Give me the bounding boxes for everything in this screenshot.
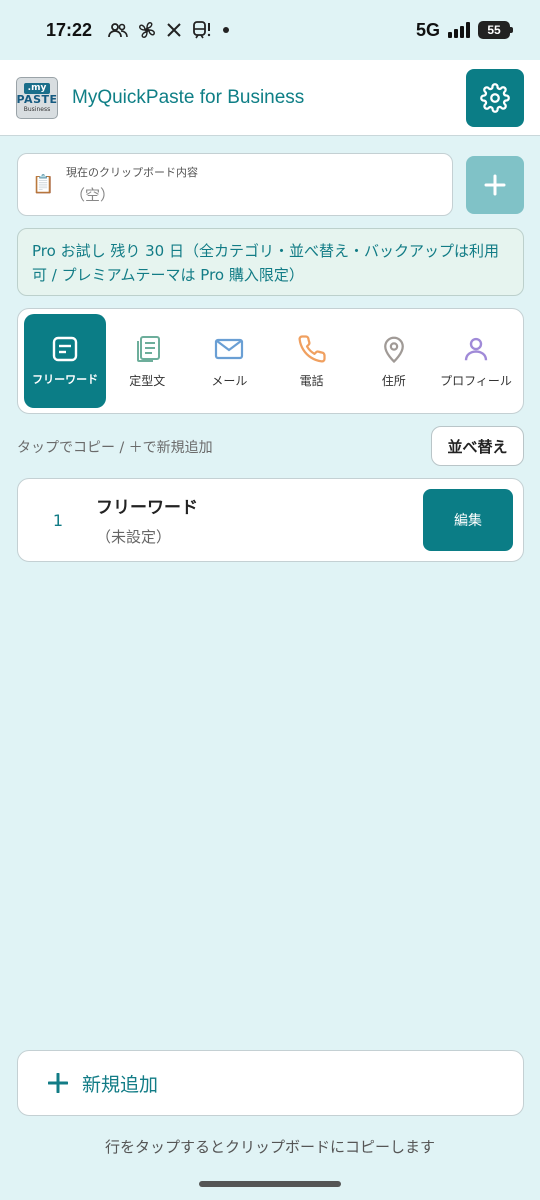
train-icon [193,21,211,39]
settings-button[interactable] [466,68,524,127]
tab-phone[interactable]: 電話 [271,314,353,408]
status-bar: 17:22 5G 55 [0,0,540,60]
battery-icon: 55 [478,21,513,39]
phone-icon [298,334,326,362]
tab-profile[interactable]: プロフィール [435,314,517,408]
item-subtitle: （未設定） [96,528,172,546]
status-right: 5G 55 [415,19,513,41]
app-logo: .my PASTE Business [16,76,58,119]
add-from-clipboard-button[interactable] [466,156,524,214]
location-pin-icon [383,336,404,363]
clipboard-icon: 📋 [32,174,55,195]
mail-icon [215,338,244,359]
item-texts: フリーワード （未設定） [96,493,198,547]
category-tabs: フリーワード 定型文 メール 電話 住所 プロフィール [17,308,524,414]
tab-free-word[interactable]: フリーワード [24,314,107,408]
pro-trial-banner: Pro お試し 残り 30 日（全カテゴリ・並べ替え・バックアップは利用可 / … [17,228,524,296]
dot-icon [223,27,230,33]
clipboard-texts: 現在のクリップボード内容 （空） [66,164,198,205]
note-icon [52,336,78,362]
footer-hint: 行をタップするとクリップボードにコピーします [104,1138,435,1156]
plus-icon [48,1073,68,1093]
tab-label: メール [211,373,248,388]
item-number: 1 [52,510,64,530]
clipboard-label: 現在のクリップボード内容 [66,166,198,179]
x-icon [167,23,181,37]
network-type: 5G [415,19,440,40]
battery-level: 55 [487,23,501,37]
logo-paste: PASTE [16,92,58,106]
list-item[interactable]: 1 フリーワード （未設定） 編集 [17,478,524,562]
tab-label: 住所 [381,373,406,388]
tab-mail[interactable]: メール [188,314,270,408]
clipboard-value: （空） [70,186,116,204]
tab-label: 電話 [299,373,324,388]
tab-label: プロフィール [440,373,512,388]
logo-my: .my [23,82,51,94]
status-time: 17:22 [46,19,93,40]
tab-label: フリーワード [32,373,99,386]
fan-icon [139,22,155,38]
edit-button[interactable]: 編集 [423,489,513,551]
app-bar: .my PASTE Business MyQuickPaste for Busi… [0,60,540,136]
add-new-button[interactable]: 新規追加 [17,1050,524,1116]
gear-icon [480,82,510,113]
documents-icon [137,335,161,362]
tab-template[interactable]: 定型文 [106,314,188,408]
add-new-label: 新規追加 [82,1073,159,1096]
people-icon [108,23,128,38]
tab-address[interactable]: 住所 [353,314,435,408]
plus-icon [484,174,506,196]
tab-label: 定型文 [129,373,166,388]
hint-text: タップでコピー / ＋で新規追加 [17,440,213,456]
person-icon [464,337,488,360]
item-title: フリーワード [96,498,198,518]
app-title: MyQuickPaste for Business [72,86,305,108]
logo-business: Business [23,105,51,113]
home-indicator[interactable] [199,1181,341,1187]
signal-icon [448,22,470,38]
sort-button[interactable]: 並べ替え [431,426,524,466]
clipboard-box[interactable]: 📋 現在のクリップボード内容 （空） [17,153,453,216]
notification-icons [108,21,230,39]
